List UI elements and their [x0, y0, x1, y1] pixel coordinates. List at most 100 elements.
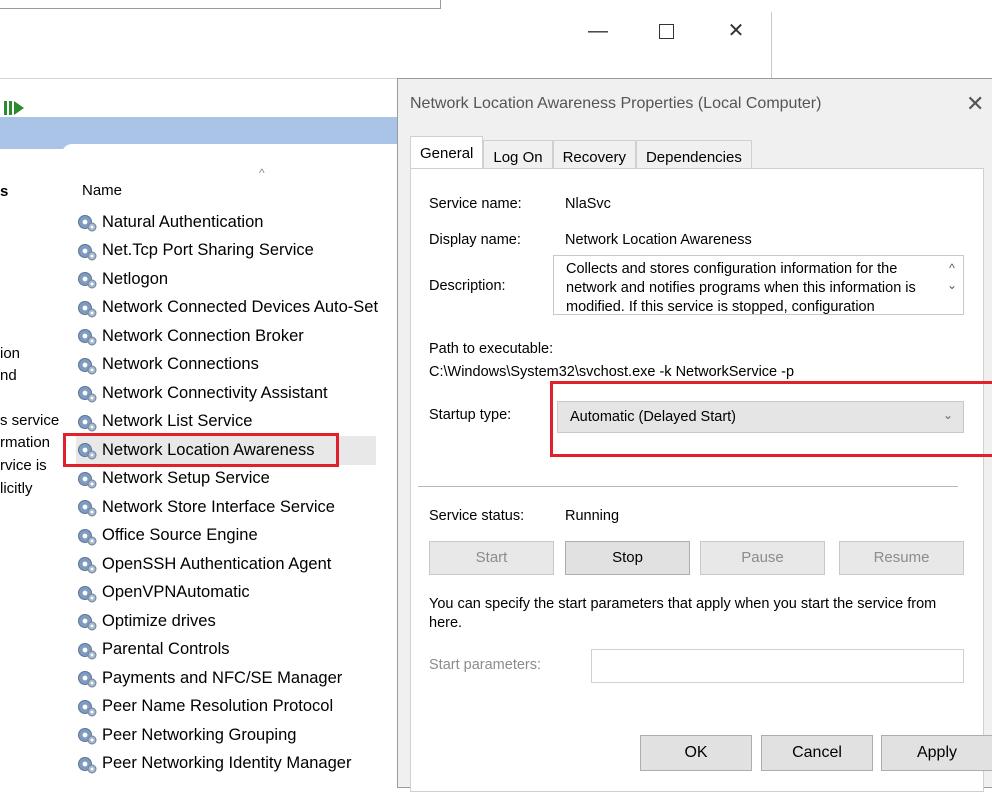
background-window-edge: [0, 0, 441, 9]
tab-log-on[interactable]: Log On: [483, 140, 553, 171]
ok-button[interactable]: OK: [640, 735, 752, 771]
column-header-partial[interactable]: s: [0, 183, 8, 200]
service-row[interactable]: Payments and NFC/SE Manager: [76, 664, 406, 693]
service-row-label: Peer Networking Grouping: [102, 725, 297, 744]
service-row-label: Optimize drives: [102, 611, 216, 630]
dialog-title: Network Location Awareness Properties (L…: [410, 95, 822, 112]
scroll-down-icon[interactable]: ⌄: [943, 278, 961, 298]
description-label: Description:: [429, 278, 506, 294]
service-row-label: Natural Authentication: [102, 212, 264, 231]
service-gear-icon: [78, 471, 97, 489]
display-name-value: Network Location Awareness: [565, 232, 752, 248]
service-row-label: Peer Networking Identity Manager: [102, 754, 352, 773]
service-row-label: Network Connection Broker: [102, 326, 304, 345]
path-label: Path to executable:: [429, 341, 554, 357]
dialog-tabs: General Log On Recovery Dependencies: [410, 136, 752, 171]
service-row-label: Network Connected Devices Auto-Set: [102, 298, 379, 317]
service-row-label: Network List Service: [102, 412, 253, 431]
service-row-label: Netlogon: [102, 269, 169, 288]
description-line: rvice is: [0, 457, 47, 474]
dialog-close-icon[interactable]: ✕: [966, 91, 984, 117]
service-row[interactable]: Natural Authentication: [76, 208, 406, 237]
service-row[interactable]: Network Connection Broker: [76, 322, 406, 351]
service-gear-icon: [78, 699, 97, 717]
service-gear-icon: [78, 243, 97, 261]
service-gear-icon: [78, 215, 97, 232]
service-gear-icon: [78, 329, 97, 346]
service-row-label: Network Setup Service: [102, 469, 270, 488]
minimize-icon[interactable]: —: [578, 20, 618, 44]
description-line: s service: [0, 412, 60, 429]
start-params-label: Start parameters:: [429, 657, 542, 673]
service-gear-icon: [78, 500, 97, 517]
description-line: licitly: [0, 480, 33, 497]
service-gear-icon: [78, 756, 97, 774]
service-gear-icon: [78, 414, 97, 432]
description-line: ion: [0, 345, 21, 362]
service-row[interactable]: Parental Controls: [76, 636, 406, 665]
services-titlebar: — ✕: [0, 12, 771, 79]
start-params-input[interactable]: [591, 649, 964, 683]
services-list: Natural Authentication Net.Tcp Port Shari…: [76, 208, 406, 778]
description-line: nd: [0, 367, 17, 384]
service-gear-icon: [78, 671, 97, 688]
service-row[interactable]: Network Setup Service: [76, 465, 406, 494]
service-row[interactable]: Net.Tcp Port Sharing Service: [76, 237, 406, 266]
service-row[interactable]: OpenSSH Authentication Agent: [76, 550, 406, 579]
divider: [418, 486, 958, 487]
resume-button[interactable]: Resume: [839, 541, 964, 575]
column-header-name[interactable]: Name: [82, 182, 122, 199]
tab-general[interactable]: General: [410, 136, 484, 171]
service-row-label: Peer Name Resolution Protocol: [102, 697, 334, 716]
service-row[interactable]: Peer Networking Grouping: [76, 721, 406, 750]
highlight-box: [550, 381, 992, 457]
service-row-label: Net.Tcp Port Sharing Service: [102, 241, 314, 260]
tab-recovery[interactable]: Recovery: [552, 140, 636, 171]
display-name-label: Display name:: [429, 232, 521, 248]
tab-dependencies[interactable]: Dependencies: [635, 140, 752, 171]
service-gear-icon: [78, 357, 97, 375]
service-gear-icon: [78, 272, 97, 289]
service-row[interactable]: Peer Name Resolution Protocol: [76, 693, 406, 722]
apply-button[interactable]: Apply: [881, 735, 992, 771]
service-gear-icon: [78, 728, 97, 745]
properties-dialog: Network Location Awareness Properties (L…: [397, 78, 992, 792]
service-row[interactable]: Network Connections: [76, 351, 406, 380]
stop-button[interactable]: Stop: [565, 541, 690, 575]
close-icon[interactable]: ✕: [716, 20, 756, 44]
service-gear-icon: [78, 386, 97, 403]
service-gear-icon: [78, 528, 97, 546]
service-row[interactable]: Network Connected Devices Auto-Set: [76, 294, 406, 323]
resume-service-icon[interactable]: [4, 101, 24, 115]
service-gear-icon: [78, 614, 97, 631]
service-gear-icon: [78, 300, 97, 318]
service-row-label: Network Connectivity Assistant: [102, 383, 328, 402]
description-scrollbar[interactable]: ^ ⌄: [943, 258, 961, 312]
service-row-label: Payments and NFC/SE Manager: [102, 668, 343, 687]
service-row-label: Office Source Engine: [102, 526, 258, 545]
service-gear-icon: [78, 642, 97, 660]
pause-button[interactable]: Pause: [700, 541, 825, 575]
service-row[interactable]: Network Connectivity Assistant: [76, 379, 406, 408]
start-button[interactable]: Start: [429, 541, 554, 575]
service-row[interactable]: Office Source Engine: [76, 522, 406, 551]
service-row[interactable]: Optimize drives: [76, 607, 406, 636]
service-name-label: Service name:: [429, 196, 522, 212]
service-row[interactable]: Peer Networking Identity Manager: [76, 750, 406, 779]
service-row-label: OpenSSH Authentication Agent: [102, 554, 332, 573]
service-status-label: Service status:: [429, 508, 525, 524]
scroll-up-icon[interactable]: ^: [943, 258, 961, 278]
startup-type-label: Startup type:: [429, 407, 512, 423]
service-row[interactable]: Network Store Interface Service: [76, 493, 406, 522]
highlight-box: [63, 433, 339, 467]
service-row[interactable]: OpenVPNAutomatic: [76, 579, 406, 608]
service-row-label: OpenVPNAutomatic: [102, 583, 250, 602]
maximize-icon[interactable]: [646, 20, 686, 44]
service-status-value: Running: [565, 508, 620, 524]
service-row[interactable]: Network List Service: [76, 408, 406, 437]
description-line: rmation: [0, 434, 51, 451]
service-row-label: Network Store Interface Service: [102, 497, 335, 516]
description-field[interactable]: Collects and stores configuration inform…: [553, 255, 964, 315]
cancel-button[interactable]: Cancel: [761, 735, 873, 771]
service-row[interactable]: Netlogon: [76, 265, 406, 294]
